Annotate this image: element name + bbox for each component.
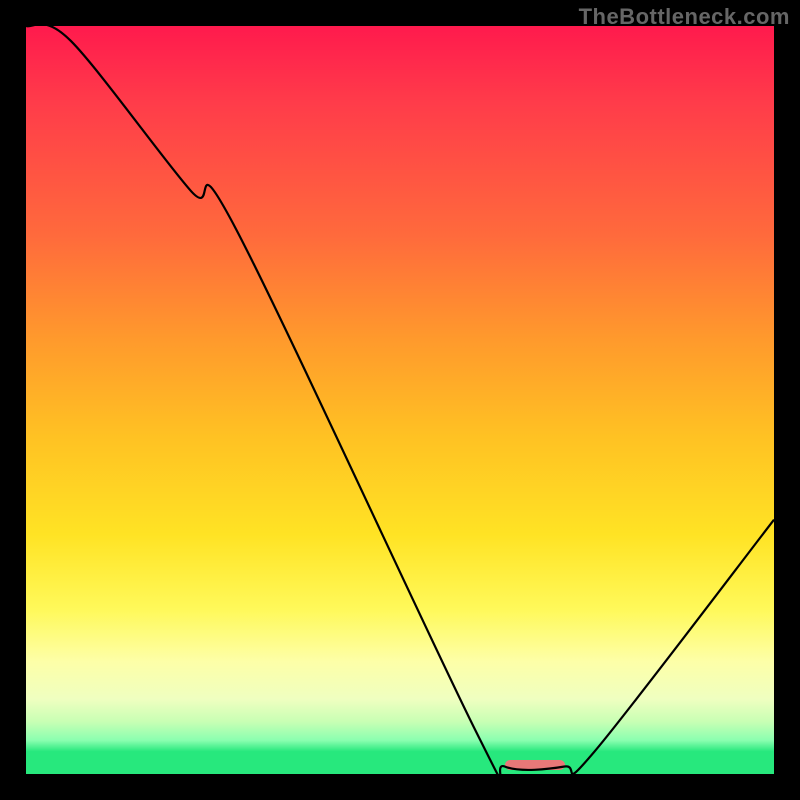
watermark-text: TheBottleneck.com [579,4,790,30]
chart-container: TheBottleneck.com [0,0,800,800]
bottleneck-curve [26,26,774,774]
plot-area [26,26,774,774]
